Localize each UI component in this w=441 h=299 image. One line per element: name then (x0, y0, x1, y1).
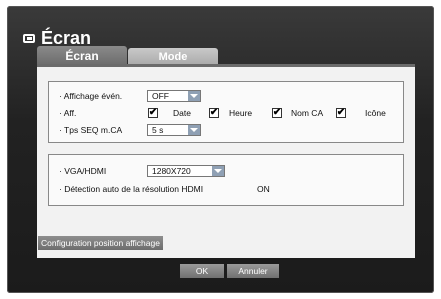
screen-icon (23, 33, 35, 43)
icone-label: Icône (365, 108, 386, 118)
vga-hdmi-value: 1280X720 (152, 166, 191, 176)
chevron-down-icon (188, 91, 200, 101)
nom-ca-label: Nom CA (291, 108, 324, 118)
vga-hdmi-dropdown[interactable]: 1280X720 (147, 165, 225, 177)
ok-button[interactable]: OK (180, 264, 224, 278)
event-display-dropdown[interactable]: OFF (147, 90, 201, 102)
cancel-button[interactable]: Annuler (227, 264, 279, 278)
seq-time-dropdown[interactable]: 5 s (147, 124, 201, 136)
hdmi-auto-value: ON (257, 184, 270, 194)
chevron-down-icon (212, 166, 224, 176)
seq-time-label: · Tps SEQ m.CA (59, 125, 123, 135)
hdmi-auto-label: · Détection auto de la résolution HDMI (59, 184, 204, 194)
heure-checkbox[interactable]: ✔ (209, 108, 219, 118)
icone-checkbox[interactable]: ✔ (336, 108, 346, 118)
video-output-group: · VGA/HDMI 1280X720 · Détection auto de … (48, 154, 404, 206)
chevron-down-icon (188, 125, 200, 135)
date-checkbox[interactable]: ✔ (148, 108, 158, 118)
settings-panel: · Affichage évén. OFF · Aff. ✔ Date ✔ He… (37, 67, 415, 258)
nom-ca-checkbox[interactable]: ✔ (272, 108, 282, 118)
event-display-label: · Affichage évén. (59, 91, 123, 101)
seq-time-value: 5 s (152, 125, 164, 135)
display-position-config-button[interactable]: Configuration position affichage (38, 236, 163, 250)
aff-label: · Aff. (59, 108, 77, 118)
heure-label: Heure (229, 108, 253, 118)
vga-hdmi-label: · VGA/HDMI (59, 166, 107, 176)
display-options-group: · Affichage évén. OFF · Aff. ✔ Date ✔ He… (48, 81, 404, 143)
event-display-value: OFF (152, 91, 169, 101)
tab-ecran[interactable]: Écran (37, 46, 127, 66)
date-label: Date (173, 108, 191, 118)
